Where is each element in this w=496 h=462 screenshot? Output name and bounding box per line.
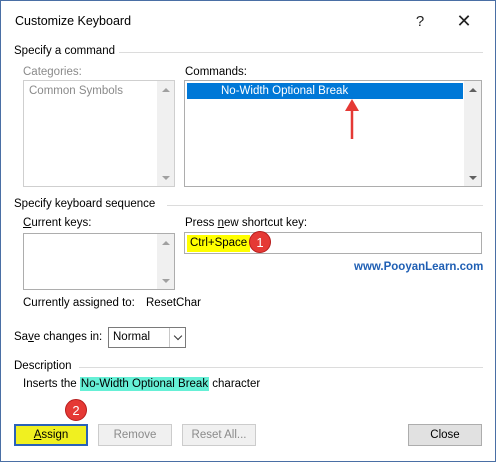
keyboard-sequence-label: Specify keyboard sequence — [14, 198, 156, 210]
step-1-badge: 1 — [249, 231, 271, 253]
save-changes-value: Normal — [113, 331, 151, 343]
command-item-selected[interactable]: No-Width Optional Break — [187, 83, 463, 99]
save-changes-label: Save changes in: — [14, 331, 103, 343]
current-keys-scrollbar[interactable] — [157, 234, 174, 289]
current-keys-list[interactable] — [23, 233, 175, 290]
description-label: Description — [14, 360, 72, 372]
title-bar: Customize Keyboard ? ✕ — [1, 1, 495, 41]
group-divider — [119, 52, 483, 53]
scroll-up-icon — [157, 81, 174, 98]
scroll-down-icon[interactable] — [157, 272, 174, 289]
commands-label: Commands: — [185, 66, 247, 78]
shortcut-value: Ctrl+Space — [187, 235, 251, 252]
commands-list[interactable]: No-Width Optional Break — [184, 80, 482, 187]
specify-command-label: Specify a command — [14, 45, 115, 57]
description-highlight: No-Width Optional Break — [79, 377, 210, 391]
scroll-up-icon[interactable] — [157, 234, 174, 251]
scroll-down-icon[interactable] — [464, 169, 481, 186]
categories-list: Common Symbols — [23, 80, 175, 187]
categories-scrollbar — [157, 81, 174, 186]
customize-keyboard-dialog: Customize Keyboard ? ✕ Specify a command… — [0, 0, 496, 462]
help-button[interactable]: ? — [403, 7, 437, 35]
group-divider — [79, 367, 483, 368]
remove-button[interactable]: Remove — [98, 424, 172, 446]
save-changes-select[interactable]: Normal — [108, 327, 186, 348]
step-2-badge: 2 — [65, 399, 87, 421]
assign-button[interactable]: Assign — [14, 424, 88, 446]
close-button[interactable]: Close — [408, 424, 482, 446]
assigned-to-label: Currently assigned to: — [23, 297, 135, 309]
scroll-down-icon — [157, 169, 174, 186]
list-item: Common Symbols — [29, 85, 123, 97]
new-shortcut-label: Press new shortcut key: — [185, 217, 308, 229]
categories-label: Categories: — [23, 66, 82, 78]
current-keys-label: Current keys: — [23, 217, 92, 229]
group-divider — [167, 205, 483, 206]
close-window-button[interactable]: ✕ — [447, 7, 481, 35]
red-arrow-icon — [345, 99, 359, 139]
reset-all-button[interactable]: Reset All... — [182, 424, 256, 446]
window-title: Customize Keyboard — [15, 14, 132, 28]
description-text: Inserts the No-Width Optional Break char… — [23, 377, 261, 391]
assigned-to-value: ResetChar — [146, 297, 201, 309]
scroll-up-icon[interactable] — [464, 81, 481, 98]
watermark-text: www.PooyanLearn.com — [354, 261, 484, 273]
new-shortcut-input[interactable]: Ctrl+Space — [184, 232, 482, 254]
commands-scrollbar[interactable] — [464, 81, 481, 186]
chevron-down-icon[interactable] — [169, 328, 185, 347]
